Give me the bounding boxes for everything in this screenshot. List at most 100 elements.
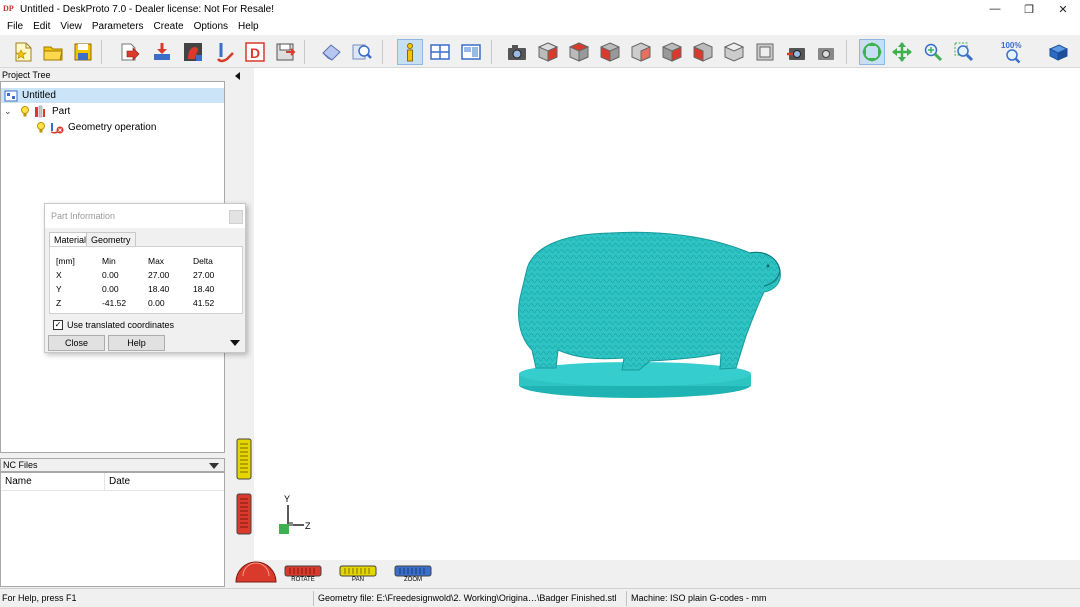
- title-bar: DP Untitled - DeskProto 7.0 - Dealer lic…: [0, 0, 1080, 18]
- zoom-100-button[interactable]: 100%: [1000, 39, 1026, 65]
- help-book-button[interactable]: [1045, 39, 1071, 65]
- close-window-button[interactable]: ✕: [1046, 0, 1080, 18]
- tree-item-part[interactable]: ⌄ Part: [1, 104, 70, 119]
- toolbar: D 100%: [0, 35, 1080, 68]
- tree-item-geometry-operation[interactable]: Geometry operation: [1, 120, 156, 135]
- operation-icon: [50, 123, 64, 134]
- pan-wheel-label: PAN: [352, 577, 364, 583]
- view-iso-button[interactable]: [535, 39, 561, 65]
- view-left-button[interactable]: [659, 39, 685, 65]
- rotate-dial-icon[interactable]: [234, 544, 278, 584]
- find-button[interactable]: [349, 39, 375, 65]
- dropdown-arrow-icon[interactable]: [209, 463, 219, 469]
- status-divider: [626, 591, 627, 606]
- view-right-button[interactable]: [690, 39, 716, 65]
- column-header-date[interactable]: Date: [105, 473, 224, 490]
- pan-mode-button[interactable]: [889, 39, 915, 65]
- model-render: [518, 231, 781, 398]
- tab-material[interactable]: Material: [49, 232, 92, 247]
- chevron-down-icon[interactable]: ⌄: [4, 106, 16, 117]
- save-project-button[interactable]: [70, 39, 96, 65]
- lightbulb-icon[interactable]: [20, 105, 30, 118]
- cube-iso-icon: [537, 42, 559, 62]
- cube-top-icon: [568, 42, 590, 62]
- row-x-min: 0.00: [102, 270, 119, 280]
- tree-item-project[interactable]: Untitled: [1, 88, 224, 103]
- cube-front-icon: [600, 42, 620, 62]
- zoom-window-button[interactable]: [951, 39, 977, 65]
- operation-parameters-button[interactable]: [211, 39, 237, 65]
- view-front-button[interactable]: [597, 39, 623, 65]
- view-back-button[interactable]: [628, 39, 654, 65]
- geometry-import-button[interactable]: [149, 39, 175, 65]
- view-top-button[interactable]: [566, 39, 592, 65]
- menu-create[interactable]: Create: [149, 21, 189, 32]
- camera-forward-icon: [818, 48, 834, 60]
- zoom-horizontal-wheel-icon[interactable]: [394, 565, 432, 577]
- load-geometry-button[interactable]: [117, 39, 143, 65]
- part-icon: [184, 43, 202, 61]
- camera-view-button[interactable]: [504, 39, 530, 65]
- save-nc-button[interactable]: [272, 39, 298, 65]
- load-geometry-icon: [121, 43, 140, 61]
- tab-geometry[interactable]: Geometry: [86, 232, 136, 247]
- column-header-name[interactable]: Name: [1, 473, 105, 490]
- tree-item-project-label: Untitled: [22, 90, 56, 101]
- menu-edit[interactable]: Edit: [28, 21, 55, 32]
- help-button[interactable]: Help: [108, 335, 165, 351]
- window-layout-button[interactable]: [427, 39, 453, 65]
- viewport-bottom-controls: ROTATE PAN ZOOM: [230, 560, 1080, 587]
- import-arrow-icon: [154, 43, 170, 60]
- nc-files-list: Name Date: [0, 472, 225, 587]
- row-z-delta: 41.52: [193, 298, 215, 308]
- status-machine: Machine: ISO plain G-codes - mm: [631, 593, 767, 603]
- menu-parameters[interactable]: Parameters: [87, 21, 149, 32]
- part-information-button[interactable]: [397, 39, 423, 65]
- restore-button[interactable]: ❐: [1012, 0, 1046, 18]
- zoom-100-label: 100%: [1001, 41, 1021, 50]
- part-parameters-button[interactable]: [180, 39, 206, 65]
- svg-text:D: D: [250, 45, 260, 61]
- part-icon: [35, 105, 45, 118]
- zoom-mode-button[interactable]: [920, 39, 946, 65]
- rotate-horizontal-wheel-icon[interactable]: [284, 565, 322, 577]
- zoom-window-icon: [954, 42, 974, 62]
- view-frame-button[interactable]: [752, 39, 778, 65]
- menu-options[interactable]: Options: [189, 21, 233, 32]
- translated-coordinates-checkbox[interactable]: ✓: [53, 320, 63, 330]
- menu-view[interactable]: View: [55, 21, 87, 32]
- menu-help[interactable]: Help: [233, 21, 264, 32]
- lightbulb-icon[interactable]: [36, 121, 46, 134]
- display-settings-button[interactable]: [458, 39, 484, 65]
- table-header-unit: [mm]: [56, 256, 75, 266]
- menu-file[interactable]: File: [2, 21, 28, 32]
- toolbar-separator: [304, 40, 305, 64]
- new-project-button[interactable]: [10, 39, 36, 65]
- translated-coordinates-option[interactable]: ✓ Use translated coordinates: [53, 320, 174, 330]
- rotate-mode-button[interactable]: [859, 39, 885, 65]
- next-view-button[interactable]: [814, 39, 840, 65]
- expand-arrow-icon[interactable]: [230, 340, 240, 346]
- dialog-title[interactable]: Part Information: [45, 204, 245, 228]
- 3d-viewport[interactable]: Y Z ROTATE PAN ZOOM: [230, 68, 1080, 587]
- toolbar-separator: [491, 40, 492, 64]
- open-project-button[interactable]: [40, 39, 66, 65]
- minimize-button[interactable]: —: [978, 0, 1012, 18]
- nc-files-columns: Name Date: [1, 473, 224, 491]
- translated-coordinates-label: Use translated coordinates: [67, 320, 175, 330]
- status-bar: For Help, press F1 Geometry file: E:\Fre…: [0, 588, 1080, 607]
- erase-button[interactable]: [318, 39, 344, 65]
- roughing-button[interactable]: D: [242, 39, 268, 65]
- camera-icon: [508, 45, 526, 60]
- view-bottom-button[interactable]: [721, 39, 747, 65]
- nc-files-header[interactable]: NC Files: [0, 458, 225, 472]
- app-logo-icon: DP: [3, 4, 14, 13]
- layout-icon: [430, 44, 450, 60]
- previous-view-button[interactable]: [783, 39, 809, 65]
- close-button[interactable]: Close: [48, 335, 105, 351]
- pan-horizontal-wheel-icon[interactable]: [339, 565, 377, 577]
- dialog-close-icon[interactable]: [229, 210, 243, 224]
- row-z-axis: Z: [56, 298, 62, 308]
- row-z-min: -41.52: [102, 298, 127, 308]
- cube-bottom-icon: [723, 42, 745, 62]
